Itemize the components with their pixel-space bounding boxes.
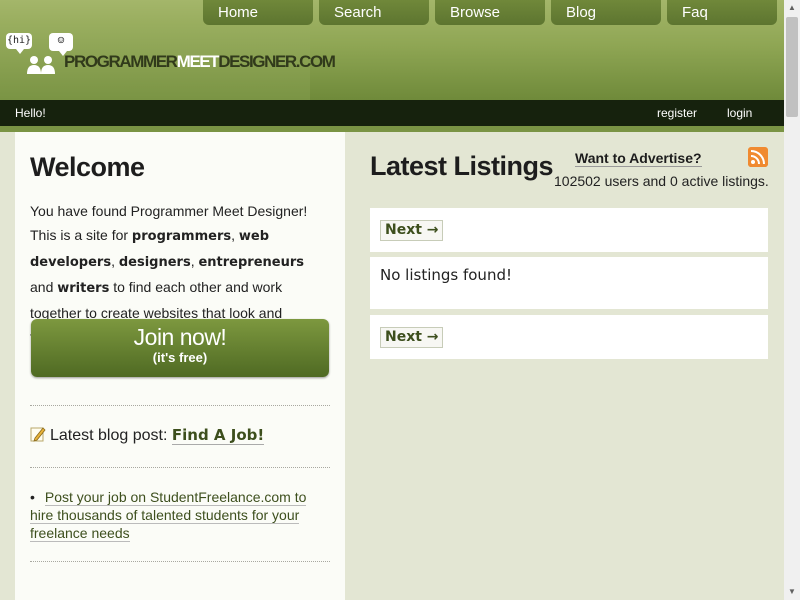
welcome-title: Welcome [30, 152, 145, 182]
hi-speech-bubble-icon: {hi} [6, 33, 32, 54]
intro-programmers: programmers [131, 229, 232, 244]
intro-designers: designers [118, 255, 191, 270]
pencil-icon [30, 427, 46, 442]
nav-home[interactable]: Home [203, 0, 313, 25]
divider [30, 405, 330, 406]
rss-icon[interactable] [748, 147, 768, 167]
nav-search[interactable]: Search [319, 0, 429, 25]
scrollbar-thumb[interactable] [786, 17, 798, 117]
divider [30, 467, 330, 468]
intro-sep-2: , [111, 253, 119, 269]
palette-speech-bubble-icon: ☺ [49, 33, 73, 56]
pagination-bottom: Next → [370, 315, 768, 359]
intro-entrepreneurs: entrepreneurs [198, 255, 305, 270]
blog-post-link[interactable]: Find A Job! [171, 426, 265, 445]
promo-item: • Post your job on StudentFreelance.com t… [30, 488, 330, 542]
top-bar: Hello! register login [0, 100, 784, 126]
people-icon [27, 56, 55, 74]
latest-listings-title: Latest Listings [370, 151, 554, 181]
join-sublabel: (it's free) [152, 350, 208, 365]
site-stats: 102502 users and 0 active listings. [554, 173, 769, 189]
listings-container: No listings found! [370, 257, 768, 309]
blog-prefix: Latest blog post: [50, 427, 168, 444]
vertical-scrollbar[interactable]: ▲ ▼ [784, 0, 800, 600]
promo-bullet: • [30, 489, 35, 505]
site-logo[interactable]: PROGRAMMERMEETDESIGNER.COM [64, 52, 336, 72]
nav-browse[interactable]: Browse [435, 0, 545, 25]
next-page-button[interactable]: Next → [380, 327, 443, 348]
intro-and: and [30, 279, 58, 295]
next-page-button[interactable]: Next → [380, 220, 443, 241]
logo-designer: DESIGNER.COM [218, 52, 336, 71]
site-header: Home Search Browse Blog Faq [0, 0, 784, 100]
empty-listings-message: No listings found! [380, 266, 512, 284]
welcome-panel: Welcome You have found Programmer Meet D… [15, 132, 345, 600]
login-link[interactable]: login [727, 106, 752, 120]
intro-sep-1: , [231, 227, 239, 243]
logo-programmer: PROGRAMMER [64, 52, 178, 71]
nav-blog[interactable]: Blog [551, 0, 661, 25]
join-label: Join now! [133, 324, 227, 350]
pagination-top: Next → [370, 208, 768, 252]
intro-writers: writers [57, 281, 110, 296]
advertise-link[interactable]: Want to Advertise? [575, 150, 702, 167]
scroll-down-arrow-icon[interactable]: ▼ [784, 584, 800, 600]
divider [30, 561, 330, 562]
join-now-button[interactable]: Join now! (it's free) [31, 319, 329, 377]
student-freelance-link[interactable]: Post your job on StudentFreelance.com to… [30, 489, 307, 542]
nav-faq[interactable]: Faq [667, 0, 777, 25]
logo-meet: MEET [176, 52, 220, 71]
register-link[interactable]: register [657, 106, 697, 120]
latest-blog-post: Latest blog post: Find A Job! [30, 426, 265, 445]
greeting: Hello! [15, 106, 46, 120]
scroll-up-arrow-icon[interactable]: ▲ [784, 0, 800, 16]
